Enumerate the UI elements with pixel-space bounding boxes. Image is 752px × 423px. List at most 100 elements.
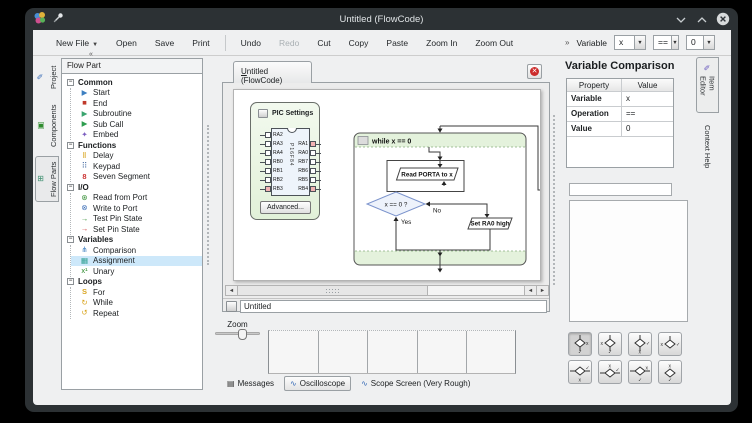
minimize-icon[interactable] [674,12,688,26]
document-tab[interactable]: Untitled (FlowCode) [233,61,312,83]
tree-group-functions[interactable]: − Functions [62,140,202,151]
tree-item-assignment[interactable]: ▦Assignment [71,256,202,267]
tree-group-loops[interactable]: − Loops [62,277,202,288]
table-row-variable[interactable]: Variable x [567,92,673,107]
collapse-icon[interactable]: − [67,184,74,191]
operation-combo[interactable]: == ▼ [653,35,679,50]
save-button[interactable]: Save [146,34,183,52]
tree-group-common[interactable]: − Common [62,77,202,88]
svg-text:✓: ✓ [608,349,612,354]
tab-context-help[interactable]: Context Help [696,120,719,180]
print-button[interactable]: Print [183,34,218,52]
collapse-icon[interactable]: − [67,142,74,149]
open-button[interactable]: Open [107,34,146,52]
tree-item-unary[interactable]: x¹Unary [71,266,202,277]
titlebar[interactable]: Untitled (FlowCode) [25,8,738,30]
tab-scope-screen[interactable]: ∿ Scope Screen (Very Rough) [356,377,475,390]
tree-item-sub-call[interactable]: ▶Sub Call [71,119,202,130]
maximize-icon[interactable] [695,12,709,26]
new-file-button[interactable]: New File▼ [47,34,107,52]
collapse-icon[interactable]: − [67,79,74,86]
chevron-down-icon[interactable]: ▼ [703,36,714,49]
tree-item-embed[interactable]: ✦Embed [71,130,202,141]
variable-combo[interactable]: x ▼ [614,35,646,50]
sidebar-tab-flow-parts[interactable]: ⊞ Flow Parts [35,156,59,202]
while-loop-flowchart[interactable]: while x == 0 Read PORTA to x [234,90,541,281]
collapse-icon[interactable]: − [67,236,74,243]
zoom-slider-thumb[interactable] [238,329,247,340]
table-row-value[interactable]: Value 0 [567,122,673,137]
tab-messages[interactable]: ▤ Messages [222,377,279,390]
tree-item-comparison[interactable]: ⋔Comparison [71,245,202,256]
panel-splitter[interactable] [207,125,209,265]
decision-layout-button-5[interactable]: ✓x [568,360,592,384]
flowchart-page[interactable]: PIC Settings P16F84 RA2 RA3 RA4 RB0 RB1 … [233,89,541,281]
tree-item-seven-segment[interactable]: 8Seven Segment [71,172,202,183]
tree-item-write-to-port[interactable]: ⊗Write to Port [71,203,202,214]
tab-item-editor[interactable]: ✎ Item Editor [696,57,719,113]
panel-overflow-icon[interactable]: « [89,51,93,58]
tree-group-io[interactable]: − I/O [62,182,202,193]
tree-item-keypad[interactable]: ⠿Keypad [71,161,202,172]
close-icon[interactable] [716,12,730,26]
decision-layout-button-6[interactable]: x✓ [598,360,622,384]
zoom-in-button[interactable]: Zoom In [417,34,466,52]
seven-segment-icon: 8 [79,173,90,181]
close-document-button[interactable]: ✕ [527,64,542,79]
for-loop-icon: S [79,288,90,296]
scroll-right-icon[interactable]: ► [536,286,548,295]
sidebar-tab-project[interactable]: ✎ Project [35,58,59,96]
tree-item-repeat[interactable]: ↺Repeat [71,308,202,319]
tree-item-read-from-port[interactable]: ⊛Read from Port [71,193,202,204]
panel-splitter[interactable] [553,115,555,285]
while-block-checkbox[interactable] [358,137,368,145]
canvas-horizontal-scrollbar[interactable]: ◄ ◄ ► [225,285,549,296]
item-editor-input[interactable] [569,183,672,196]
tab-oscilloscope[interactable]: ∿ Oscilloscope [284,376,351,391]
svg-text:x: x [601,341,604,347]
app-window: Untitled (FlowCode) [25,8,738,412]
paste-button[interactable]: Paste [377,34,417,52]
tree-group-variables[interactable]: − Variables [62,235,202,246]
new-file-dropdown-icon[interactable]: ▼ [92,42,98,48]
decision-layout-button-2[interactable]: x✓ [598,332,622,356]
tree-item-start[interactable]: ▶Start [71,88,202,99]
copy-button[interactable]: Copy [340,34,378,52]
cut-button[interactable]: Cut [308,34,339,52]
tree-item-subroutine[interactable]: ▶Subroutine [71,109,202,120]
subroutine-icon: ▶ [79,110,90,118]
decision-layout-button-3[interactable]: ✓x [628,332,652,356]
tree-item-while[interactable]: ↻While [71,298,202,309]
tree-item-for[interactable]: SFor [71,287,202,298]
scroll-left-icon[interactable]: ◄ [524,286,536,295]
collapse-icon[interactable]: − [67,278,74,285]
flow-part-tree: − Common ▶Start ■End ▶Subroutine ▶Sub Ca… [61,74,203,390]
macro-name-field[interactable]: Untitled [240,300,547,313]
macro-checkbox[interactable] [226,301,237,312]
decision-layout-button-7[interactable]: x✓ [628,360,652,384]
decision-layout-button-8[interactable]: x✓ [658,360,682,384]
decision-layout-button-1[interactable]: x✓ [568,332,592,356]
svg-text:x: x [669,363,672,369]
value-combo[interactable]: 0 ▼ [686,35,715,50]
flowchart-canvas[interactable]: PIC Settings P16F84 RA2 RA3 RA4 RB0 RB1 … [222,82,550,312]
redo-button[interactable]: Redo [270,34,308,52]
scrollbar-thumb[interactable] [238,286,428,295]
toolbar-overflow-icon[interactable]: » [565,38,569,47]
tree-item-end[interactable]: ■End [71,98,202,109]
tree-item-delay[interactable]: ⅡDelay [71,151,202,162]
table-row-operation[interactable]: Operation == [567,107,673,122]
decision-layout-button-4[interactable]: x✓ [658,332,682,356]
tree-item-set-pin-state[interactable]: →Set Pin State [71,224,202,235]
chevron-down-icon[interactable]: ▼ [671,36,678,49]
undo-button[interactable]: Undo [232,34,270,52]
pin-icon[interactable] [52,12,64,27]
scroll-left-icon[interactable]: ◄ [226,286,238,295]
tree-item-test-pin-state[interactable]: →Test Pin State [71,214,202,225]
zoom-slider[interactable] [215,332,260,335]
sidebar-tab-components[interactable]: ▣ Components [35,100,59,152]
close-icon: ✕ [530,67,539,76]
chevron-down-icon[interactable]: ▼ [634,36,645,49]
zoom-out-button[interactable]: Zoom Out [466,34,522,52]
svg-text:✓: ✓ [578,349,582,354]
